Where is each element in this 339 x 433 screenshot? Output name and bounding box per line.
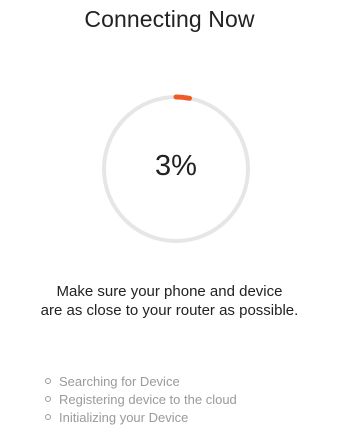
step-searching-for-device: Searching for Device [45, 372, 237, 390]
circle-outline-icon [45, 396, 51, 402]
step-initializing-device: Initializing your Device [45, 408, 237, 426]
connection-steps-list: Searching for Device Registering device … [45, 372, 237, 426]
instructions-text: Make sure your phone and device are as c… [0, 282, 339, 320]
page-title: Connecting Now [84, 6, 255, 32]
circle-outline-icon [45, 378, 51, 384]
instructions-line-1: Make sure your phone and device [56, 283, 283, 300]
step-label: Initializing your Device [59, 409, 189, 425]
step-label: Registering device to the cloud [59, 391, 237, 407]
step-registering-device: Registering device to the cloud [45, 390, 237, 408]
progress-ring: 3% [101, 94, 251, 244]
circle-outline-icon [45, 414, 51, 420]
step-label: Searching for Device [59, 373, 180, 389]
instructions-line-2: are as close to your router as possible. [40, 302, 299, 319]
progress-percentage: 3% [155, 150, 197, 182]
